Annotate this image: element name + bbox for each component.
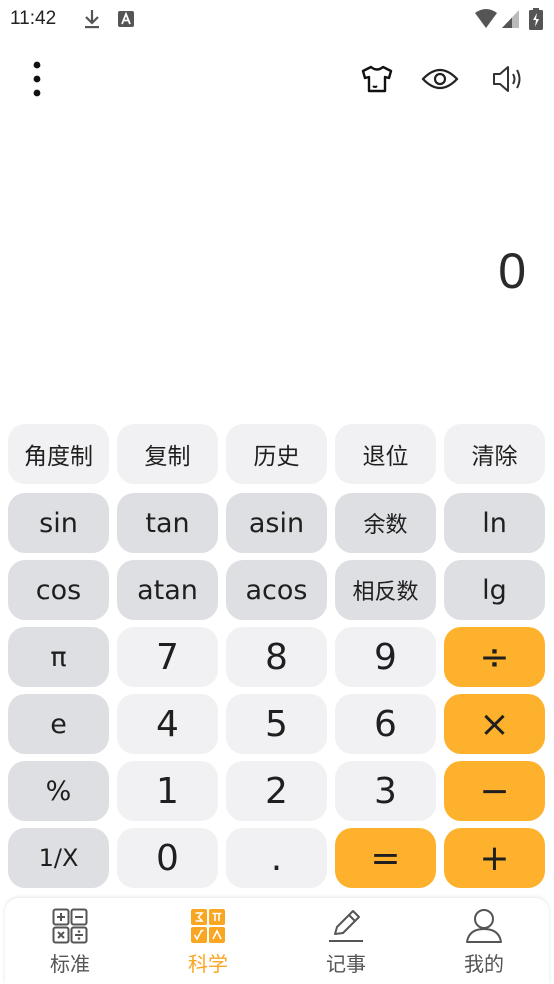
cos-button[interactable]: cos <box>8 560 109 620</box>
decimal-point-button[interactable]: . <box>226 828 327 888</box>
wifi-icon <box>474 7 498 35</box>
scientific-calculator-icon <box>188 906 228 946</box>
keypad: 角度制 复制 历史 退位 清除 sin tan asin 余数 ln cos a… <box>0 0 554 984</box>
digit-4-button[interactable]: 4 <box>117 694 218 754</box>
divide-button[interactable]: ÷ <box>444 627 545 687</box>
status-bar: 11:42 <box>0 0 554 38</box>
standard-calculator-icon <box>50 906 90 946</box>
tan-button[interactable]: tan <box>117 493 218 553</box>
digit-8-button[interactable]: 8 <box>226 627 327 687</box>
tab-scientific[interactable]: 科学 <box>158 906 258 980</box>
tab-scientific-label: 科学 <box>188 952 228 976</box>
battery-icon <box>528 7 544 35</box>
clear-button[interactable]: 清除 <box>444 424 545 484</box>
degree-mode-button[interactable]: 角度制 <box>8 424 109 484</box>
copy-button[interactable]: 复制 <box>117 424 218 484</box>
negate-button[interactable]: 相反数 <box>335 560 436 620</box>
digit-9-button[interactable]: 9 <box>335 627 436 687</box>
eye-view-icon[interactable] <box>416 55 464 103</box>
digit-5-button[interactable]: 5 <box>226 694 327 754</box>
ln-button[interactable]: ln <box>444 493 545 553</box>
add-button[interactable]: + <box>444 828 545 888</box>
notes-pencil-icon <box>326 906 366 946</box>
tab-profile-label: 我的 <box>464 952 504 976</box>
top-toolbar <box>0 55 554 103</box>
reciprocal-button[interactable]: 1/X <box>8 828 109 888</box>
tab-standard[interactable]: 标准 <box>20 906 120 980</box>
sound-speaker-icon[interactable] <box>485 55 533 103</box>
tab-notes[interactable]: 记事 <box>296 906 396 980</box>
theme-skin-icon[interactable] <box>353 55 401 103</box>
profile-person-icon <box>464 906 504 946</box>
atan-button[interactable]: atan <box>117 560 218 620</box>
pi-button[interactable]: π <box>8 627 109 687</box>
sin-button[interactable]: sin <box>8 493 109 553</box>
acos-button[interactable]: acos <box>226 560 327 620</box>
subtract-button[interactable]: − <box>444 761 545 821</box>
history-button[interactable]: 历史 <box>226 424 327 484</box>
percent-button[interactable]: % <box>8 761 109 821</box>
result-value: 0 <box>498 243 526 299</box>
backspace-button[interactable]: 退位 <box>335 424 436 484</box>
equals-button[interactable]: = <box>335 828 436 888</box>
cellular-signal-icon <box>500 7 522 35</box>
digit-1-button[interactable]: 1 <box>117 761 218 821</box>
modulo-button[interactable]: 余数 <box>335 493 436 553</box>
tab-profile[interactable]: 我的 <box>434 906 534 980</box>
result-display: 0 <box>0 238 554 318</box>
tab-notes-label: 记事 <box>326 952 366 976</box>
asin-button[interactable]: asin <box>226 493 327 553</box>
digit-2-button[interactable]: 2 <box>226 761 327 821</box>
bottom-tab-bar: 标准 科学 记事 我的 <box>5 898 549 984</box>
digit-3-button[interactable]: 3 <box>335 761 436 821</box>
digit-0-button[interactable]: 0 <box>117 828 218 888</box>
tab-standard-label: 标准 <box>50 952 90 976</box>
digit-6-button[interactable]: 6 <box>335 694 436 754</box>
euler-e-button[interactable]: e <box>8 694 109 754</box>
download-icon <box>82 7 102 35</box>
status-time: 11:42 <box>10 8 57 29</box>
more-options-icon[interactable] <box>13 55 61 103</box>
digit-7-button[interactable]: 7 <box>117 627 218 687</box>
app-notification-icon <box>116 7 136 35</box>
lg-button[interactable]: lg <box>444 560 545 620</box>
multiply-button[interactable]: × <box>444 694 545 754</box>
